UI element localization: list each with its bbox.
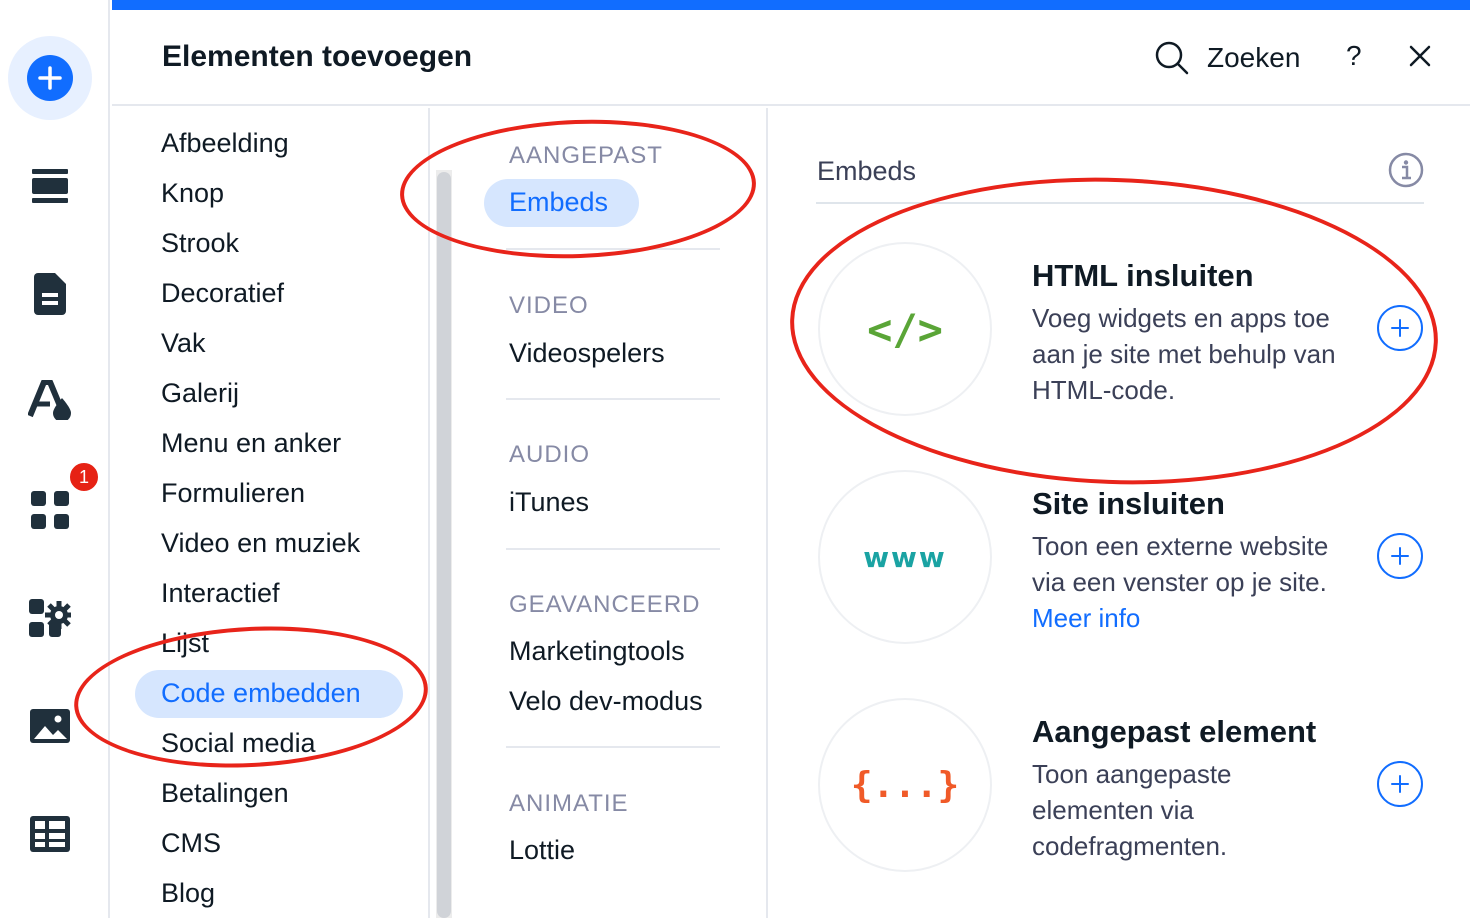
category-list: Afbeelding Knop Strook Decoratief Vak Ga… [112,108,430,918]
category-item[interactable]: Strook [161,228,239,259]
custom-element-title: Aangepast element [1032,714,1317,749]
media-icon [30,709,70,743]
add-button-highlight [8,36,92,120]
section-divider [506,746,720,748]
braces-icon: {...} [850,764,960,806]
category-item[interactable]: Menu en anker [161,428,341,459]
help-icon[interactable]: ? [1346,40,1362,72]
pages-button[interactable] [0,254,100,334]
category-item[interactable]: Knop [161,178,224,209]
sections-button[interactable] [0,146,100,226]
section-heading-animatie: ANIMATIE [509,790,629,817]
panel-header: Elementen toevoegen Zoeken ? [112,10,1470,106]
subcategory-item[interactable]: Videospelers [509,338,665,369]
cms-icon [30,816,70,852]
pages-icon [34,273,66,315]
site-embed-title: Site insluiten [1032,486,1225,521]
search-icon[interactable] [1154,40,1190,76]
left-toolbar: 1 [0,0,110,918]
add-custom-element-button[interactable] [1377,761,1423,807]
search-button[interactable]: Zoeken [1207,42,1300,74]
custom-element-thumbnail[interactable]: {...} [818,698,992,872]
close-icon[interactable] [1408,44,1432,68]
site-embed-description-text: Toon een externe website via een venster… [1032,531,1329,597]
more-info-link[interactable]: Meer info [1032,603,1140,633]
category-item[interactable]: Formulieren [161,478,305,509]
category-item[interactable]: Betalingen [161,778,289,809]
panel-accent-bar [112,0,1470,10]
add-elements-button[interactable] [0,36,100,120]
section-divider [506,548,720,550]
www-icon: www [863,540,947,574]
business-tools-button[interactable] [0,578,100,658]
category-item[interactable]: CMS [161,828,221,859]
category-scrollbar[interactable] [437,172,451,918]
category-item[interactable]: Interactief [161,578,280,609]
add-site-embed-button[interactable] [1377,533,1423,579]
subcategory-item[interactable]: Velo dev-modus [509,686,703,717]
section-heading-audio: AUDIO [509,441,591,468]
add-icon [27,55,73,101]
section-divider [506,398,720,400]
custom-element-description: Toon aangepaste elementen via codefragme… [1032,759,1232,861]
embeds-heading: Embeds [817,156,917,186]
plus-icon [1391,775,1409,793]
site-embed-thumbnail[interactable]: www [818,470,992,644]
category-item[interactable]: Afbeelding [161,128,289,159]
design-button[interactable] [0,360,100,440]
category-item[interactable]: Galerij [161,378,239,409]
category-item[interactable]: Blog [161,878,215,909]
design-icon [28,380,71,420]
section-heading-geavanceerd: GEAVANCEERD [509,591,701,618]
category-item[interactable]: Decoratief [161,278,284,309]
apps-icon [31,491,69,529]
category-item[interactable]: Video en muziek [161,528,360,559]
info-icon[interactable] [1388,152,1424,188]
subcategory-item[interactable]: iTunes [509,487,589,518]
subcategory-item[interactable]: Marketingtools [509,636,685,667]
panel-title: Elementen toevoegen [162,40,473,73]
site-embed-description: Toon een externe website via een venster… [1032,528,1362,636]
notification-badge: 1 [68,461,100,493]
plus-icon [1391,547,1409,565]
cms-button[interactable] [0,794,100,874]
section-heading-video: VIDEO [509,292,589,319]
sections-icon [32,169,68,203]
subcategory-item[interactable]: Lottie [509,835,575,866]
category-item[interactable]: Vak [161,328,206,359]
business-icon [29,599,71,637]
